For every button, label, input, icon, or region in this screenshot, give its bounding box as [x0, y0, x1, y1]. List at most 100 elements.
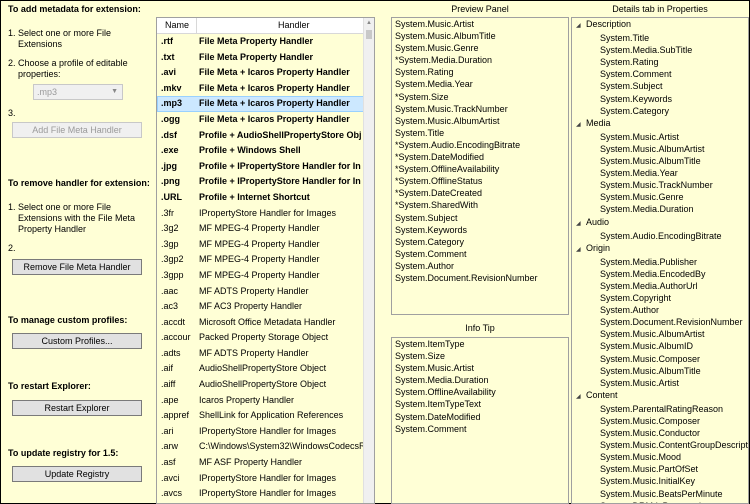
list-item[interactable]: System.Music.AlbumTitle: [392, 30, 568, 42]
tree-item[interactable]: System.Media.AuthorUrl: [572, 280, 748, 292]
info-tip-list[interactable]: System.ItemType System.Size System.Music.A…: [391, 337, 569, 504]
tree-group[interactable]: ◢ Origin: [572, 242, 748, 256]
table-row[interactable]: .aiff AudioShellPropertyStore Object: [157, 377, 364, 393]
tree-item[interactable]: System.Music.Composer: [572, 353, 748, 365]
extensions-list[interactable]: Name Handler .rtf File Meta Property Hand…: [156, 17, 375, 504]
list-item[interactable]: System.ItemTypeText: [392, 398, 568, 410]
column-header-name[interactable]: Name: [165, 20, 189, 30]
list-item[interactable]: System.Music.Artist: [392, 362, 568, 374]
table-row[interactable]: .appref ShellLink for Application Referen…: [157, 408, 364, 424]
details-tree[interactable]: ◢ Description System.Title System.Media.Sub…: [571, 17, 749, 504]
tree-item[interactable]: System.Music.BeatsPerMinute: [572, 488, 748, 500]
list-item[interactable]: System.Media.Year: [392, 78, 568, 90]
list-item[interactable]: *System.OfflineAvailability: [392, 163, 568, 175]
add-file-meta-handler-button[interactable]: Add File Meta Handler: [12, 122, 142, 138]
expanded-triangle-icon[interactable]: ◢: [576, 218, 586, 230]
table-row[interactable]: .rtf File Meta Property Handler: [157, 34, 364, 50]
list-item[interactable]: System.Subject: [392, 212, 568, 224]
tree-item[interactable]: System.Author: [572, 304, 748, 316]
custom-profiles-button[interactable]: Custom Profiles...: [12, 333, 142, 349]
list-item[interactable]: *System.Size: [392, 91, 568, 103]
tree-item[interactable]: System.Copyright: [572, 292, 748, 304]
tree-item[interactable]: System.Keywords: [572, 93, 748, 105]
tree-item[interactable]: System.Document.RevisionNumber: [572, 316, 748, 328]
tree-item[interactable]: System.Music.Composer: [572, 415, 748, 427]
tree-item[interactable]: System.Subject: [572, 80, 748, 92]
tree-item[interactable]: System.Music.AlbumTitle: [572, 365, 748, 377]
tree-group[interactable]: ◢ Media: [572, 117, 748, 131]
column-separator[interactable]: [196, 18, 197, 33]
scrollbar-thumb[interactable]: [366, 30, 372, 39]
list-item[interactable]: *System.SharedWith: [392, 199, 568, 211]
list-item[interactable]: *System.OfflineStatus: [392, 175, 568, 187]
table-row[interactable]: .accdt Microsoft Office Metadata Handler: [157, 315, 364, 331]
list-item[interactable]: *System.Audio.EncodingBitrate: [392, 139, 568, 151]
tree-item[interactable]: System.Music.PartOfSet: [572, 463, 748, 475]
expanded-triangle-icon[interactable]: ◢: [576, 391, 586, 403]
tree-item[interactable]: System.Music.AlbumID: [572, 340, 748, 352]
profile-select[interactable]: .mp3 ▼: [33, 84, 123, 100]
list-item[interactable]: System.Keywords: [392, 224, 568, 236]
table-row[interactable]: .URL Profile + Internet Shortcut: [157, 190, 364, 206]
tree-item[interactable]: System.Media.EncodedBy: [572, 268, 748, 280]
tree-item[interactable]: System.Music.Mood: [572, 451, 748, 463]
list-item[interactable]: System.Comment: [392, 248, 568, 260]
tree-item[interactable]: System.Music.InitialKey: [572, 475, 748, 487]
list-item[interactable]: System.Comment: [392, 423, 568, 435]
list-item[interactable]: System.Music.TrackNumber: [392, 103, 568, 115]
table-row[interactable]: .avci IPropertyStore Handler for Images: [157, 471, 364, 487]
table-row[interactable]: .ape Icaros Property Handler: [157, 393, 364, 409]
tree-item[interactable]: System.Music.AlbumTitle: [572, 155, 748, 167]
table-row[interactable]: .3g2 MF MPEG-4 Property Handler: [157, 221, 364, 237]
tree-item[interactable]: System.Media.Year: [572, 167, 748, 179]
table-row[interactable]: .asf MF ASF Property Handler: [157, 455, 364, 471]
tree-group[interactable]: ◢ Content: [572, 389, 748, 403]
list-item[interactable]: System.DateModified: [392, 411, 568, 423]
tree-item[interactable]: System.Audio.EncodingBitrate: [572, 230, 748, 242]
tree-item[interactable]: System.DRM.IsProtected: [572, 500, 748, 503]
list-item[interactable]: *System.Media.Duration: [392, 54, 568, 66]
table-row[interactable]: .mkv File Meta + Icaros Property Handler: [157, 81, 364, 97]
tree-item[interactable]: System.Music.AlbumArtist: [572, 143, 748, 155]
scroll-up-icon[interactable]: ▲: [366, 20, 372, 26]
table-row[interactable]: .ogg File Meta + Icaros Property Handler: [157, 112, 364, 128]
tree-group[interactable]: ◢ Description: [572, 18, 748, 32]
list-item[interactable]: System.Document.RevisionNumber: [392, 272, 568, 284]
list-item[interactable]: System.Music.Genre: [392, 42, 568, 54]
list-item[interactable]: System.Rating: [392, 66, 568, 78]
list-item[interactable]: System.Music.Artist: [392, 18, 568, 30]
table-row[interactable]: .3gp2 MF MPEG-4 Property Handler: [157, 252, 364, 268]
tree-item[interactable]: System.Music.Artist: [572, 131, 748, 143]
table-row[interactable]: .3gp MF MPEG-4 Property Handler: [157, 237, 364, 253]
tree-item[interactable]: System.Music.Artist: [572, 377, 748, 389]
table-row[interactable]: .txt File Meta Property Handler: [157, 50, 364, 66]
table-row[interactable]: .3gpp MF MPEG-4 Property Handler: [157, 268, 364, 284]
tree-item[interactable]: System.Music.Genre: [572, 191, 748, 203]
tree-group[interactable]: ◢ Audio: [572, 216, 748, 230]
column-header-handler[interactable]: Handler: [278, 20, 310, 30]
remove-file-meta-handler-button[interactable]: Remove File Meta Handler: [12, 259, 142, 275]
update-registry-button[interactable]: Update Registry: [12, 466, 142, 482]
tree-item[interactable]: System.Media.Publisher: [572, 256, 748, 268]
list-item[interactable]: System.Size: [392, 350, 568, 362]
list-item[interactable]: *System.DateCreated: [392, 187, 568, 199]
table-row[interactable]: .arw C:\Windows\System32\WindowsCodecsR: [157, 439, 364, 455]
list-item[interactable]: *System.DateModified: [392, 151, 568, 163]
restart-explorer-button[interactable]: Restart Explorer: [12, 400, 142, 416]
list-item[interactable]: System.OfflineAvailability: [392, 386, 568, 398]
table-row[interactable]: .ac3 MF AC3 Property Handler: [157, 299, 364, 315]
expanded-triangle-icon[interactable]: ◢: [576, 20, 586, 32]
table-row[interactable]: .aac MF ADTS Property Handler: [157, 284, 364, 300]
table-row[interactable]: .jpg Profile + IPropertyStore Handler for…: [157, 159, 364, 175]
tree-item[interactable]: System.ParentalRatingReason: [572, 403, 748, 415]
table-row[interactable]: .exe Profile + Windows Shell: [157, 143, 364, 159]
table-row[interactable]: .mp3 File Meta + Icaros Property Handler: [157, 96, 364, 112]
tree-item[interactable]: System.Music.TrackNumber: [572, 179, 748, 191]
tree-item[interactable]: System.Title: [572, 32, 748, 44]
tree-item[interactable]: System.Category: [572, 105, 748, 117]
table-row[interactable]: .avi File Meta + Icaros Property Handler: [157, 65, 364, 81]
table-row[interactable]: .3fr IPropertyStore Handler for Images: [157, 206, 364, 222]
tree-item[interactable]: System.Music.ContentGroupDescription: [572, 439, 748, 451]
list-item[interactable]: System.Music.AlbumArtist: [392, 115, 568, 127]
tree-item[interactable]: System.Rating: [572, 56, 748, 68]
